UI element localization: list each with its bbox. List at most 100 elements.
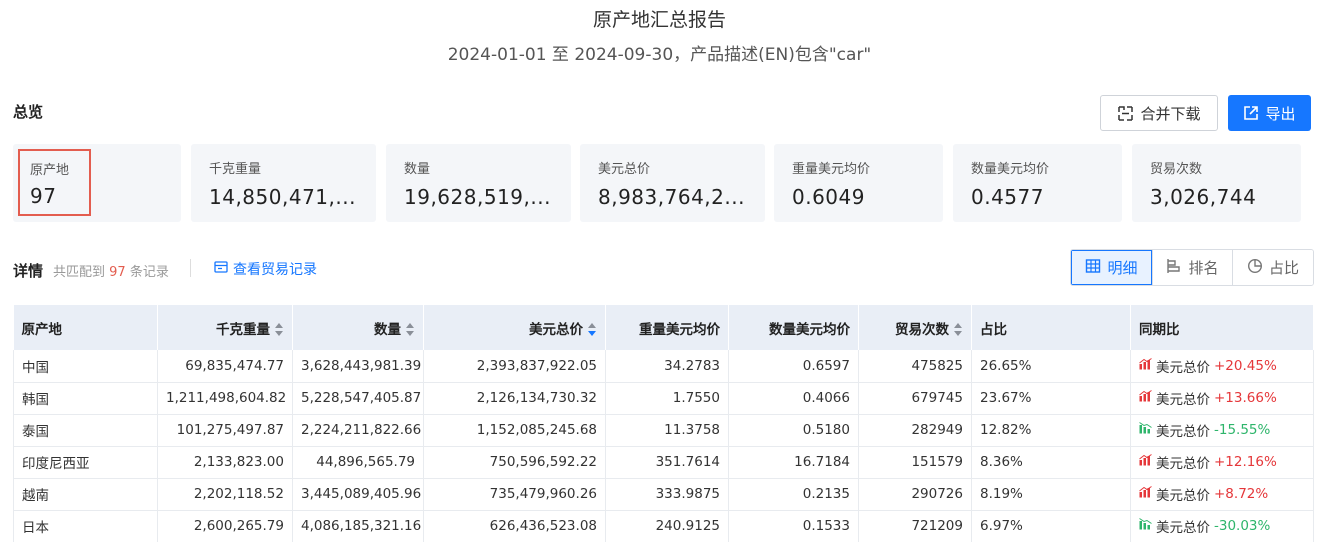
table-row[interactable]: 中国 69,835,474.77 3,628,443,981.39 2,393,837… xyxy=(13,350,1314,383)
col-quantity[interactable]: 数量 xyxy=(292,305,424,350)
cell-share: 23.67% xyxy=(971,382,1131,415)
sort-desc-icon[interactable] xyxy=(588,322,597,337)
table-row[interactable]: 印度尼西亚 2,133,823.00 44,896,565.79 750,596,59… xyxy=(13,446,1314,479)
yoy-label: 美元总价 xyxy=(1156,424,1210,440)
trend-down-icon xyxy=(1139,422,1152,438)
cell-kg-avg: 1.7550 xyxy=(605,382,729,415)
cell-quantity: 3,628,443,981.39 xyxy=(292,350,424,383)
cell-quantity: 3,445,089,405.96 xyxy=(292,478,424,511)
cell-qty-avg: 16.7184 xyxy=(728,446,859,479)
stat-card-highlight: 原产地 97 xyxy=(18,149,91,216)
cell-quantity: 5,228,547,405.87 xyxy=(292,382,424,415)
tab-proportion[interactable]: 占比 xyxy=(1232,250,1313,285)
cell-origin: 韩国 xyxy=(13,382,158,415)
col-usd-total[interactable]: 美元总价 xyxy=(423,305,606,350)
stat-card-trades[interactable]: 贸易次数 3,026,744 xyxy=(1132,144,1301,222)
view-trade-records-link[interactable]: 查看贸易记录 xyxy=(214,259,317,279)
cell-kg-avg: 240.9125 xyxy=(605,510,729,542)
tab-label: 排名 xyxy=(1188,259,1219,277)
merge-download-button[interactable]: 合并下载 xyxy=(1100,95,1218,131)
tab-detail[interactable]: 明细 xyxy=(1071,250,1152,285)
cell-kg: 1,211,498,604.82 xyxy=(157,382,293,415)
col-kg[interactable]: 千克重量 xyxy=(157,305,293,350)
yoy-value: -15.55% xyxy=(1214,422,1271,438)
yoy-value: +12.16% xyxy=(1214,454,1277,470)
sort-icon[interactable] xyxy=(406,322,415,337)
stat-label: 重量美元均价 xyxy=(792,162,871,177)
cell-qty-avg: 0.6597 xyxy=(728,350,859,383)
match-prefix: 共匹配到 xyxy=(53,265,106,280)
stat-card-quantity[interactable]: 数量 19,628,519,... xyxy=(386,144,571,222)
cell-usd-total: 735,479,960.26 xyxy=(423,478,606,511)
merge-download-icon xyxy=(1117,105,1134,122)
table-row[interactable]: 越南 2,202,118.52 3,445,089,405.96 735,479,96… xyxy=(13,478,1314,511)
table-row[interactable]: 日本 2,600,265.79 4,086,185,321.16 626,436,52… xyxy=(13,510,1314,542)
details-heading: 详情 xyxy=(13,262,44,280)
cell-usd-total: 2,126,134,730.32 xyxy=(423,382,606,415)
col-qty-avg: 数量美元均价 xyxy=(728,305,859,350)
divider xyxy=(190,259,191,277)
stat-value: 19,628,519,... xyxy=(404,185,551,209)
yoy-value: +13.66% xyxy=(1214,390,1277,406)
match-count: 97 xyxy=(109,265,126,280)
stat-label: 原产地 xyxy=(30,163,70,178)
pie-icon xyxy=(1247,258,1263,278)
stat-card-usd-total[interactable]: 美元总价 8,983,764,2... xyxy=(580,144,765,222)
stat-value: 0.6049 xyxy=(792,185,865,209)
trend-up-icon xyxy=(1139,486,1152,502)
cell-origin: 中国 xyxy=(13,350,158,383)
tab-label: 明细 xyxy=(1107,259,1138,277)
cell-trades: 679745 xyxy=(858,382,972,415)
stat-label: 数量美元均价 xyxy=(971,162,1050,177)
cell-usd-total: 1,152,085,245.68 xyxy=(423,414,606,447)
stat-label: 贸易次数 xyxy=(1150,162,1203,177)
report-subtitle: 2024-01-01 至 2024-09-30，产品描述(EN)包含"car" xyxy=(447,45,872,65)
export-button[interactable]: 导出 xyxy=(1228,95,1311,131)
table-row[interactable]: 泰国 101,275,497.87 2,224,211,822.66 1,152,08… xyxy=(13,414,1314,447)
stat-card-kg[interactable]: 千克重量 14,850,471,... xyxy=(191,144,376,222)
overview-heading: 总览 xyxy=(13,103,44,121)
sort-icon[interactable] xyxy=(954,322,963,337)
cell-usd-total: 750,596,592.22 xyxy=(423,446,606,479)
ranking-icon xyxy=(1166,258,1182,278)
cell-yoy: 美元总价 +13.66% xyxy=(1130,382,1314,415)
stat-card-kg-avg[interactable]: 重量美元均价 0.6049 xyxy=(774,144,943,222)
stat-card-origin[interactable]: 原产地 97 xyxy=(13,144,181,222)
col-yoy: 同期比 xyxy=(1130,305,1314,350)
trend-up-icon xyxy=(1139,390,1152,406)
stat-label: 数量 xyxy=(404,162,431,177)
cell-usd-total: 626,436,523.08 xyxy=(423,510,606,542)
cell-kg: 2,202,118.52 xyxy=(157,478,293,511)
col-trades[interactable]: 贸易次数 xyxy=(858,305,972,350)
col-kg-avg: 重量美元均价 xyxy=(605,305,729,350)
cell-origin: 印度尼西亚 xyxy=(13,446,158,479)
stat-label: 美元总价 xyxy=(598,162,651,177)
view-toggle: 明细 排名 占比 xyxy=(1070,249,1314,286)
cell-quantity: 2,224,211,822.66 xyxy=(292,414,424,447)
tab-ranking[interactable]: 排名 xyxy=(1152,250,1232,285)
cell-kg: 69,835,474.77 xyxy=(157,350,293,383)
yoy-label: 美元总价 xyxy=(1156,392,1210,408)
cell-origin: 越南 xyxy=(13,478,158,511)
records-icon xyxy=(214,260,228,278)
sort-icon[interactable] xyxy=(275,322,284,337)
cell-trades: 290726 xyxy=(858,478,972,511)
cell-kg-avg: 333.9875 xyxy=(605,478,729,511)
origin-table: 原产地 千克重量 数量 美元总价 重量美元均价 数量美元均价 贸易次数 占比 同… xyxy=(13,305,1314,542)
cell-kg: 101,275,497.87 xyxy=(157,414,293,447)
stat-card-qty-avg[interactable]: 数量美元均价 0.4577 xyxy=(953,144,1122,222)
cell-yoy: 美元总价 +20.45% xyxy=(1130,350,1314,383)
cell-kg-avg: 351.7614 xyxy=(605,446,729,479)
export-label: 导出 xyxy=(1265,104,1296,123)
stat-value: 0.4577 xyxy=(971,185,1044,209)
stat-value: 14,850,471,... xyxy=(209,185,356,209)
table-row[interactable]: 韩国 1,211,498,604.82 5,228,547,405.87 2,126,… xyxy=(13,382,1314,415)
cell-kg-avg: 34.2783 xyxy=(605,350,729,383)
cell-qty-avg: 0.1533 xyxy=(728,510,859,542)
cell-share: 8.19% xyxy=(971,478,1131,511)
col-share: 占比 xyxy=(971,305,1131,350)
cell-quantity: 4,086,185,321.16 xyxy=(292,510,424,542)
yoy-label: 美元总价 xyxy=(1156,488,1210,504)
cell-yoy: 美元总价 -30.03% xyxy=(1130,510,1314,542)
yoy-value: +20.45% xyxy=(1214,357,1277,374)
